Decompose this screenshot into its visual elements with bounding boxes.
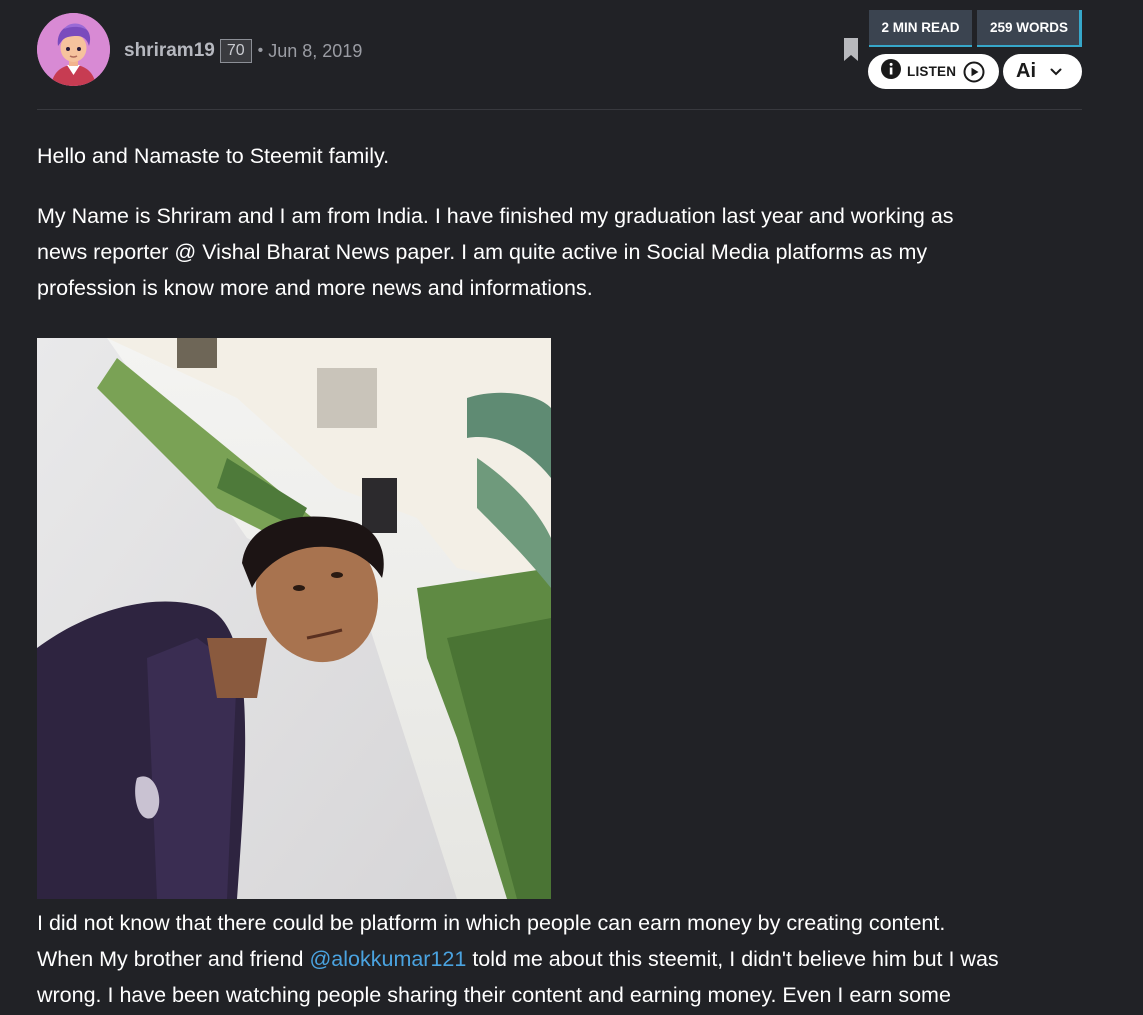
- post-line: My Name is Shriram and I am from India. …: [37, 204, 954, 228]
- ai-dropdown-button[interactable]: Ai: [1003, 54, 1082, 89]
- author-avatar[interactable]: [37, 13, 110, 86]
- avatar-illustration: [37, 13, 110, 86]
- post-paragraph-intro: Hello and Namaste to Steemit family.: [37, 144, 390, 168]
- post-paragraph-about: My Name is Shriram and I am from India. …: [37, 198, 954, 306]
- post-line: profession is know more and more news an…: [37, 276, 593, 300]
- info-icon: [881, 59, 901, 84]
- reputation-badge: 70: [219, 39, 252, 63]
- header-divider: [37, 109, 1082, 110]
- post-photo[interactable]: [37, 338, 551, 899]
- post-date[interactable]: Jun 8, 2019: [268, 41, 362, 62]
- author-name[interactable]: shriram19: [124, 40, 215, 62]
- ai-label: Ai: [1016, 60, 1036, 82]
- post-line: wrong. I have been watching people shari…: [37, 983, 951, 1007]
- bookmark-icon[interactable]: [844, 38, 858, 61]
- read-time-badge: 2 MIN READ: [869, 10, 972, 47]
- meta-separator: •: [257, 42, 264, 59]
- post-line: When My brother and friend: [37, 947, 310, 971]
- post-line: I did not know that there could be platf…: [37, 911, 946, 935]
- mention-link[interactable]: @alokkumar121: [309, 947, 466, 971]
- post-paragraph-story: I did not know that there could be platf…: [37, 905, 999, 1013]
- post-line: told me about this steemit, I didn't bel…: [466, 947, 999, 971]
- word-count-badge: 259 WORDS: [977, 10, 1081, 47]
- listen-label: LISTEN: [907, 64, 957, 79]
- stats-accent-edge: [1079, 10, 1082, 47]
- author-meta: shriram19 70 • Jun 8, 2019: [124, 38, 362, 64]
- chevron-down-icon: [1050, 68, 1062, 76]
- post-line: news reporter @ Vishal Bharat News paper…: [37, 240, 928, 264]
- listen-button[interactable]: LISTEN: [868, 54, 999, 89]
- play-circle-icon: [963, 61, 985, 83]
